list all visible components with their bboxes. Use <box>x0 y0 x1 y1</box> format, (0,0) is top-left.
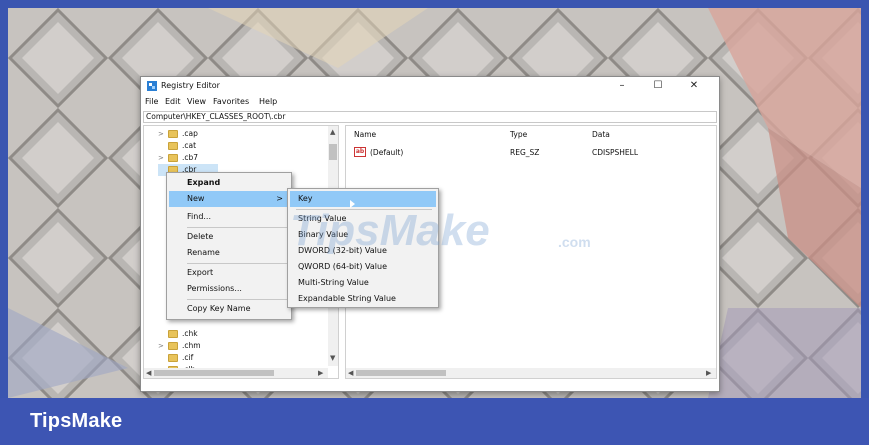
menu-separator <box>187 299 287 300</box>
scroll-right-icon[interactable]: ▶ <box>706 369 711 377</box>
window-title: Registry Editor <box>161 81 220 90</box>
submenu-expandable-string-value[interactable]: Expandable String Value <box>290 291 436 307</box>
menu-permissions[interactable]: Permissions... <box>169 281 289 297</box>
footer-brand: TipsMake <box>30 410 123 432</box>
menu-new[interactable]: New > <box>169 191 289 207</box>
values-horizontal-scrollbar[interactable]: ◀ ▶ <box>346 368 716 378</box>
menu-expand[interactable]: Expand <box>169 175 289 191</box>
menu-help[interactable]: Help <box>259 97 277 106</box>
string-value-icon: ab <box>354 147 366 157</box>
menu-copy-key-name[interactable]: Copy Key Name <box>169 301 289 317</box>
submenu-multi-string-value[interactable]: Multi-String Value <box>290 275 436 291</box>
folder-icon <box>168 130 178 138</box>
registry-editor-icon <box>147 81 157 91</box>
submenu-arrow-icon: > <box>276 194 283 203</box>
submenu-key[interactable]: Key <box>290 191 436 207</box>
folder-icon <box>168 330 178 338</box>
footer-bar: TipsMake <box>0 398 869 445</box>
tree-item-label: .chk <box>182 329 198 338</box>
menu-separator <box>187 263 287 264</box>
menu-export[interactable]: Export <box>169 265 289 281</box>
column-header-data[interactable]: Data <box>592 130 610 139</box>
scroll-down-icon[interactable]: ▼ <box>330 354 335 362</box>
menu-new-label: New <box>187 194 205 203</box>
scroll-thumb[interactable] <box>356 370 446 376</box>
menu-rename[interactable]: Rename <box>169 245 289 261</box>
menu-view[interactable]: View <box>187 97 206 106</box>
expand-chevron-icon[interactable]: > <box>158 340 166 352</box>
menu-file[interactable]: File <box>145 97 158 106</box>
folder-icon <box>168 354 178 362</box>
menu-favorites[interactable]: Favorites <box>213 97 249 106</box>
folder-icon <box>168 142 178 150</box>
value-type: REG_SZ <box>510 148 540 157</box>
expand-chevron-icon[interactable]: > <box>158 152 166 164</box>
menu-separator <box>187 227 287 228</box>
tree-item-label: .cb7 <box>182 153 199 162</box>
scroll-left-icon[interactable]: ◀ <box>146 369 151 377</box>
scroll-right-icon[interactable]: ▶ <box>318 369 323 377</box>
scroll-thumb[interactable] <box>154 370 274 376</box>
column-header-type[interactable]: Type <box>510 130 527 139</box>
folder-icon <box>168 342 178 350</box>
folder-icon <box>168 154 178 162</box>
menu-edit[interactable]: Edit <box>165 97 181 106</box>
value-data: CDISPSHELL <box>592 148 639 157</box>
menu-bar: File Edit View Favorites Help <box>141 96 719 109</box>
title-bar[interactable]: Registry Editor – ☐ ✕ <box>141 77 719 95</box>
menu-delete[interactable]: Delete <box>169 229 289 245</box>
address-bar[interactable]: Computer\HKEY_CLASSES_ROOT\.cbr <box>143 111 717 123</box>
column-header-name[interactable]: Name <box>354 130 376 139</box>
minimize-button[interactable]: – <box>609 79 635 93</box>
watermark-suffix: .com <box>558 234 591 250</box>
tree-horizontal-scrollbar[interactable]: ◀ ▶ <box>144 368 328 378</box>
tree-item-label: .chm <box>182 341 201 350</box>
close-button[interactable]: ✕ <box>681 79 707 93</box>
scroll-up-icon[interactable]: ▲ <box>330 128 335 136</box>
submenu-qword-value[interactable]: QWORD (64-bit) Value <box>290 259 436 275</box>
maximize-button[interactable]: ☐ <box>645 79 671 93</box>
value-name[interactable]: (Default) <box>370 148 403 157</box>
expand-chevron-icon[interactable]: > <box>158 128 166 140</box>
scroll-thumb[interactable] <box>329 144 337 160</box>
scroll-left-icon[interactable]: ◀ <box>348 369 353 377</box>
tree-item-label: .cif <box>182 353 194 362</box>
menu-find[interactable]: Find... <box>169 209 289 225</box>
watermark-logo: TipsMake <box>290 206 490 255</box>
key-context-menu: Expand New > Find... Delete Rename Expor… <box>166 172 292 320</box>
tree-item-label: .cap <box>182 129 198 138</box>
tree-item-label: .cat <box>182 141 197 150</box>
